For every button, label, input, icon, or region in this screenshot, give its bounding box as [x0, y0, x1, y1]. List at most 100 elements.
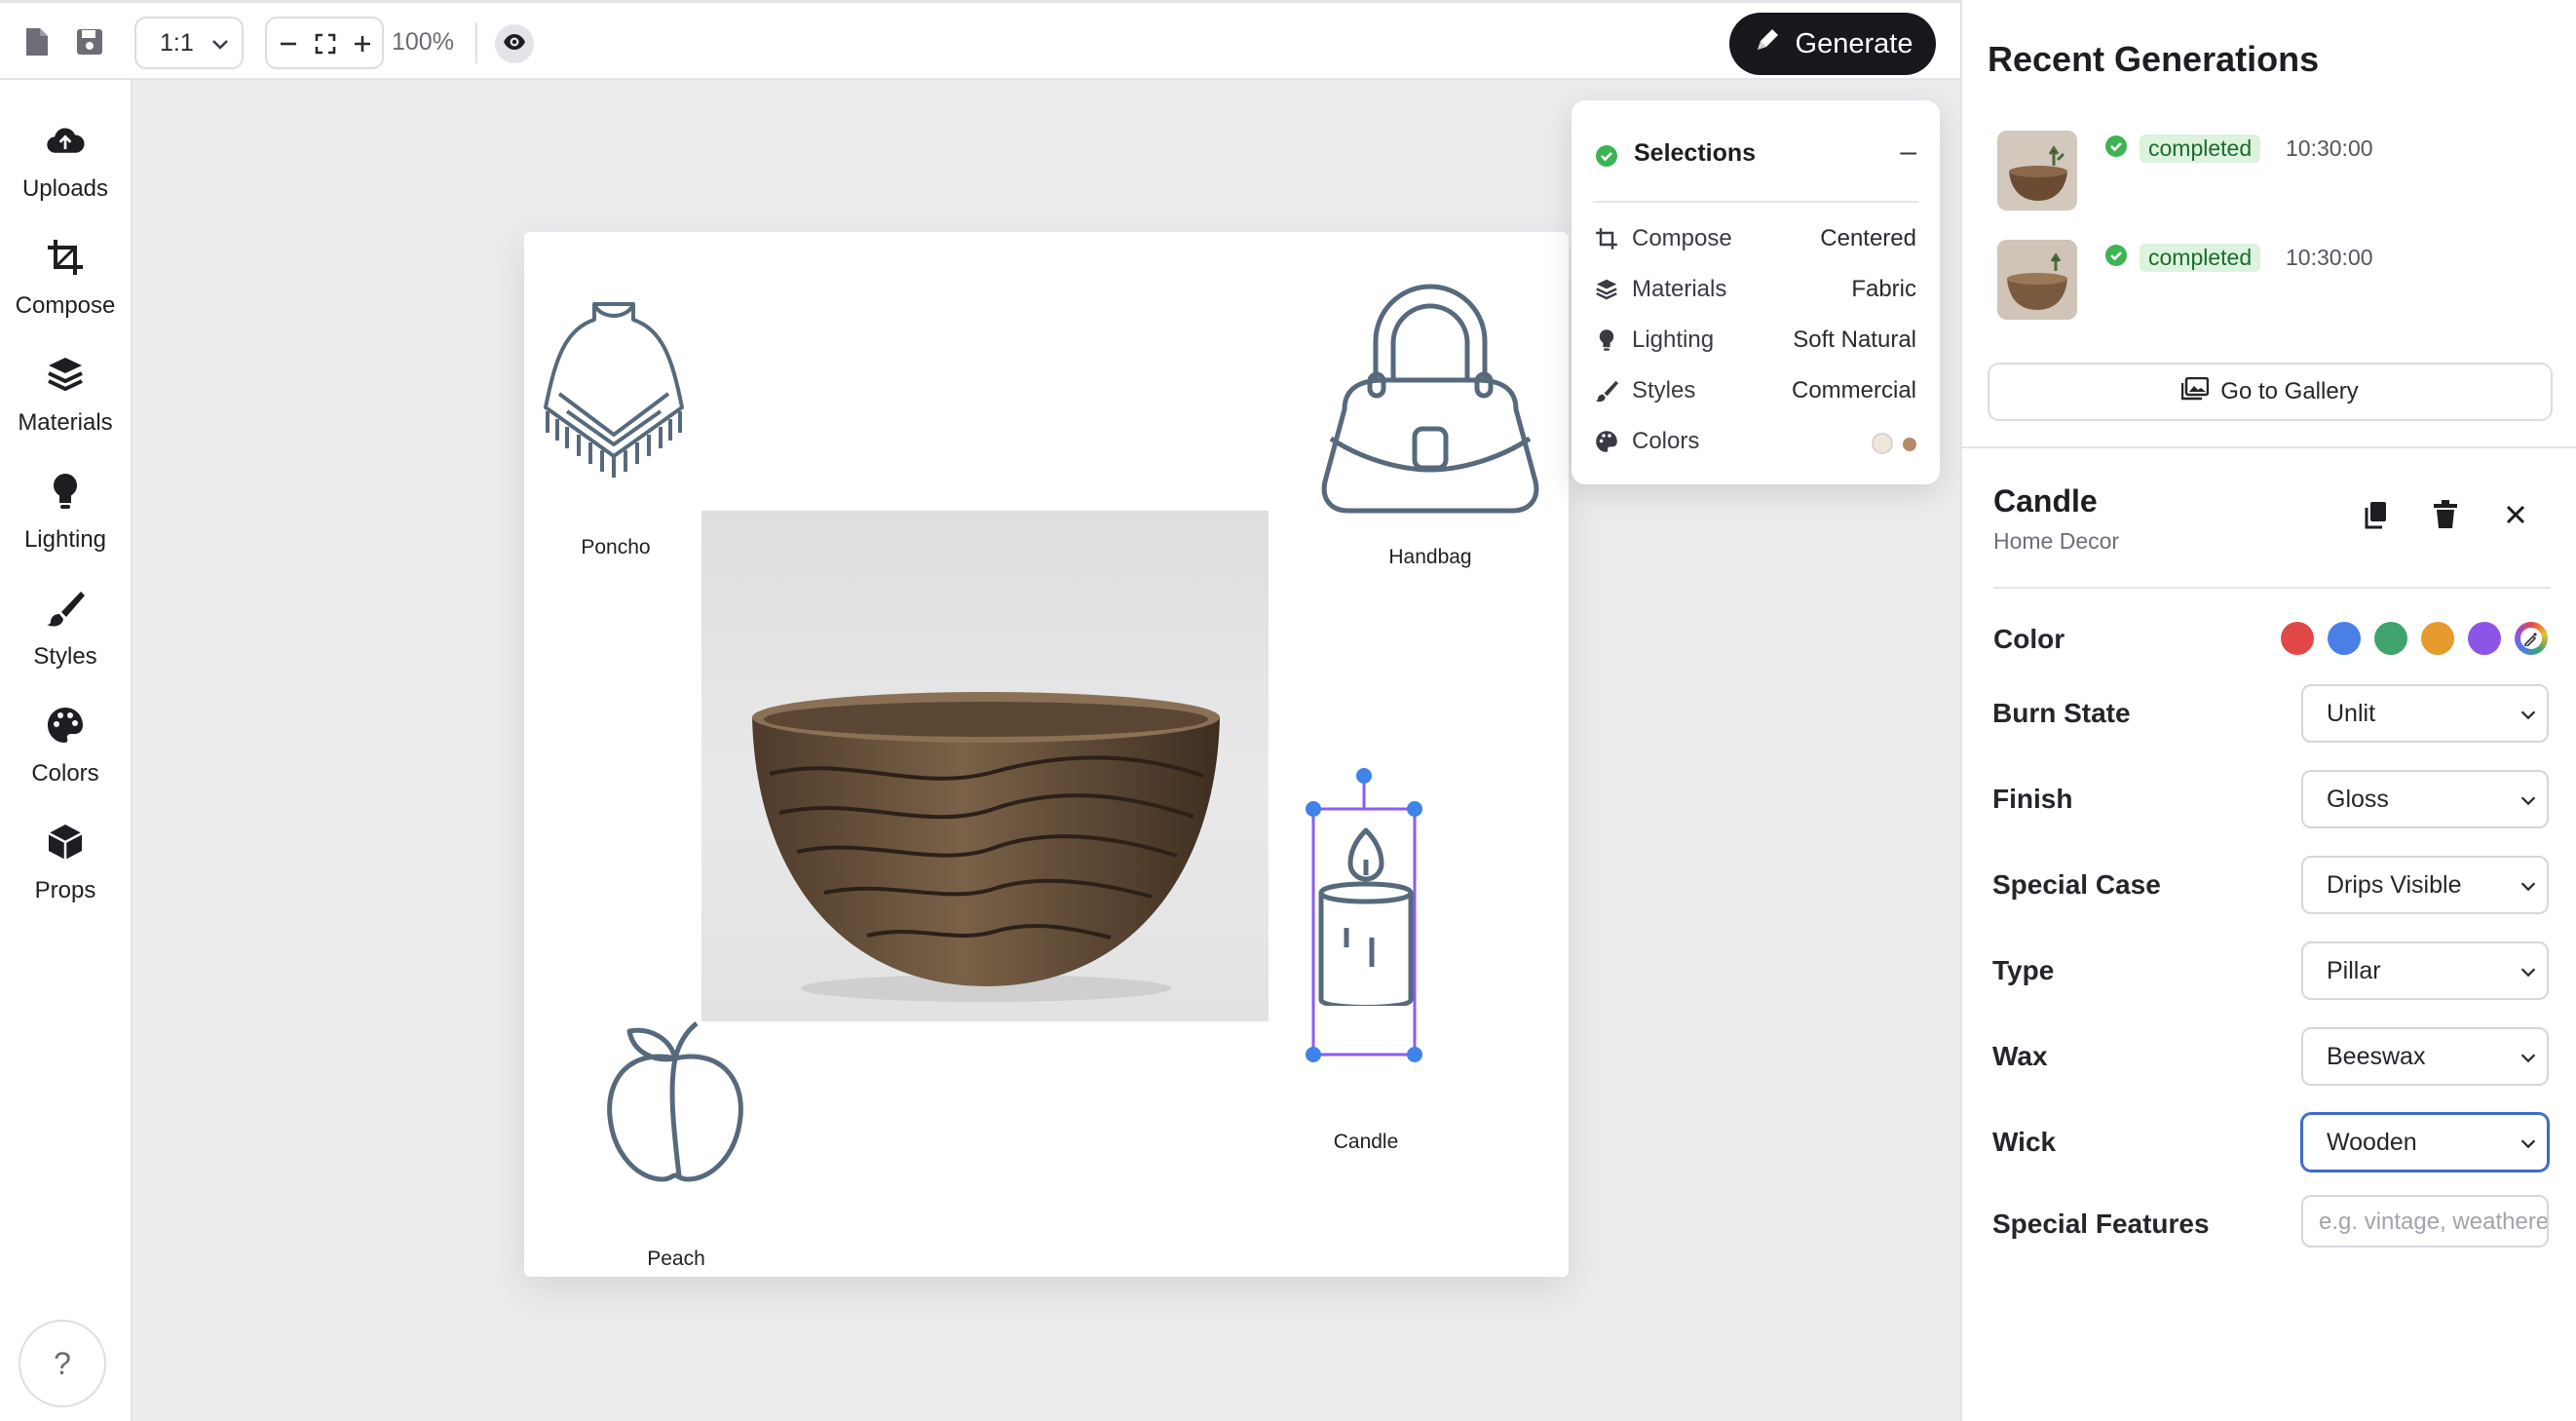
special-features-input[interactable]: e.g. vintage, weathered — [2301, 1195, 2549, 1248]
item-divider — [1993, 587, 2551, 589]
finish-select[interactable]: Gloss — [2301, 770, 2549, 828]
chevron-down-icon — [2518, 961, 2539, 989]
bulb-icon — [46, 472, 85, 511]
palette-icon — [1593, 428, 1620, 455]
rail-label: Props — [34, 877, 96, 903]
item-title: Candle — [1993, 483, 2098, 518]
color-option-orange[interactable] — [2421, 622, 2454, 655]
selection-row-materials[interactable]: Materials Fabric — [1593, 272, 1916, 307]
selection-label: Compose — [1632, 225, 1732, 251]
go-to-gallery-button[interactable]: Go to Gallery — [1988, 363, 2553, 421]
canvas-board[interactable]: Poncho Handbag Candle Peach — [524, 232, 1569, 1277]
delete-button[interactable] — [2428, 499, 2463, 534]
cube-icon — [46, 823, 85, 862]
bulb-icon — [1593, 326, 1620, 354]
trash-icon — [2432, 499, 2459, 534]
aspect-ratio-select[interactable]: 1:1 — [134, 17, 244, 69]
generate-button[interactable]: Generate — [1729, 13, 1936, 75]
left-tool-rail: Uploads Compose Materials Lighting Style… — [0, 80, 133, 1421]
poncho-prop[interactable] — [538, 296, 690, 481]
burn-state-select[interactable]: Unlit — [2301, 684, 2549, 743]
color-option-red[interactable] — [2281, 622, 2314, 655]
rail-item-lighting[interactable]: Lighting — [0, 458, 131, 565]
generation-item[interactable]: completed 10:30:00 — [1997, 240, 2543, 322]
prop-label-poncho: Poncho — [581, 536, 651, 558]
rail-item-materials[interactable]: Materials — [0, 341, 131, 448]
generation-thumbnail[interactable] — [1997, 131, 2077, 211]
save-icon[interactable] — [70, 22, 109, 61]
generate-label: Generate — [1795, 27, 1913, 59]
product-photo-bowl[interactable] — [701, 511, 1269, 1021]
rail-label: Styles — [33, 643, 97, 670]
chevron-down-icon — [208, 32, 232, 62]
custom-color-picker[interactable] — [2515, 622, 2548, 655]
item-category: Home Decor — [1993, 528, 2120, 554]
generation-item[interactable]: completed 10:30:00 — [1997, 131, 2543, 212]
rail-item-uploads[interactable]: Uploads — [0, 107, 131, 214]
status-badge: completed — [2140, 244, 2261, 272]
preview-eye-button[interactable] — [495, 24, 534, 63]
prop-label-peach: Peach — [647, 1248, 705, 1270]
selection-value: Commercial — [1791, 377, 1916, 403]
eye-icon — [502, 29, 527, 59]
special-case-select[interactable]: Drips Visible — [2301, 856, 2549, 914]
zoom-in-button[interactable] — [347, 28, 378, 59]
zoom-out-button[interactable] — [273, 28, 304, 59]
brush-icon — [46, 589, 85, 628]
selection-row-lighting[interactable]: Lighting Soft Natural — [1593, 323, 1916, 358]
prop-label-candle: Candle — [1333, 1131, 1399, 1153]
field-label-burn-state: Burn State — [1992, 698, 2131, 728]
handbag-icon — [1321, 284, 1539, 514]
zoom-level: 100% — [392, 28, 454, 56]
selections-header[interactable]: Selections – — [1595, 135, 1916, 171]
wooden-bowl-image — [752, 692, 1220, 1002]
color-option-green[interactable] — [2374, 622, 2407, 655]
peach-prop[interactable] — [602, 1010, 748, 1195]
select-value: Unlit — [2327, 700, 2376, 727]
peach-icon — [607, 1021, 743, 1182]
poncho-icon — [544, 302, 684, 478]
chevron-down-icon — [2518, 789, 2539, 818]
wick-select[interactable]: Wooden — [2301, 1113, 2549, 1171]
rail-item-colors[interactable]: Colors — [0, 692, 131, 799]
check-circle-icon — [2104, 244, 2128, 272]
handbag-prop[interactable] — [1315, 273, 1545, 517]
prop-label-handbag: Handbag — [1388, 546, 1472, 568]
select-value: Drips Visible — [2327, 871, 2462, 899]
wax-select[interactable]: Beeswax — [2301, 1027, 2549, 1086]
duplicate-button[interactable] — [2358, 499, 2393, 534]
selection-row-compose[interactable]: Compose Centered — [1593, 221, 1916, 256]
selections-divider — [1593, 201, 1918, 203]
color-option-purple[interactable] — [2468, 622, 2501, 655]
type-select[interactable]: Pillar — [2301, 941, 2549, 1000]
top-toolbar: 1:1 100% Generate — [0, 0, 1960, 80]
copy-icon — [2361, 500, 2390, 534]
help-button[interactable]: ? — [19, 1320, 106, 1407]
close-button[interactable] — [2498, 499, 2533, 534]
chevron-down-icon — [2518, 1047, 2539, 1075]
brush-icon — [1593, 377, 1620, 404]
transform-handles[interactable] — [1304, 768, 1440, 1062]
selection-value: Soft Natural — [1793, 326, 1916, 353]
rail-item-compose[interactable]: Compose — [0, 224, 131, 331]
gallery-label: Go to Gallery — [2220, 378, 2359, 404]
selection-value: Fabric — [1851, 276, 1916, 302]
rail-item-styles[interactable]: Styles — [0, 575, 131, 682]
select-value: Wooden — [2327, 1129, 2417, 1156]
fit-screen-button[interactable] — [310, 28, 341, 59]
selection-row-styles[interactable]: Styles Commercial — [1593, 373, 1916, 408]
selection-row-colors[interactable]: Colors — [1593, 424, 1916, 459]
field-label-finish: Finish — [1992, 784, 2073, 814]
collapse-button[interactable]: – — [1900, 135, 1916, 169]
new-file-icon[interactable] — [18, 22, 57, 61]
check-circle-icon — [2104, 134, 2128, 163]
generation-thumbnail[interactable] — [1997, 240, 2077, 320]
field-label-type: Type — [1992, 955, 2055, 985]
crop-icon — [46, 238, 85, 277]
select-value: Beeswax — [2327, 1043, 2426, 1070]
chevron-down-icon — [2518, 704, 2539, 732]
rail-item-props[interactable]: Props — [0, 809, 131, 916]
rail-label: Compose — [15, 292, 116, 319]
color-option-blue[interactable] — [2328, 622, 2361, 655]
select-value: Gloss — [2327, 786, 2389, 813]
